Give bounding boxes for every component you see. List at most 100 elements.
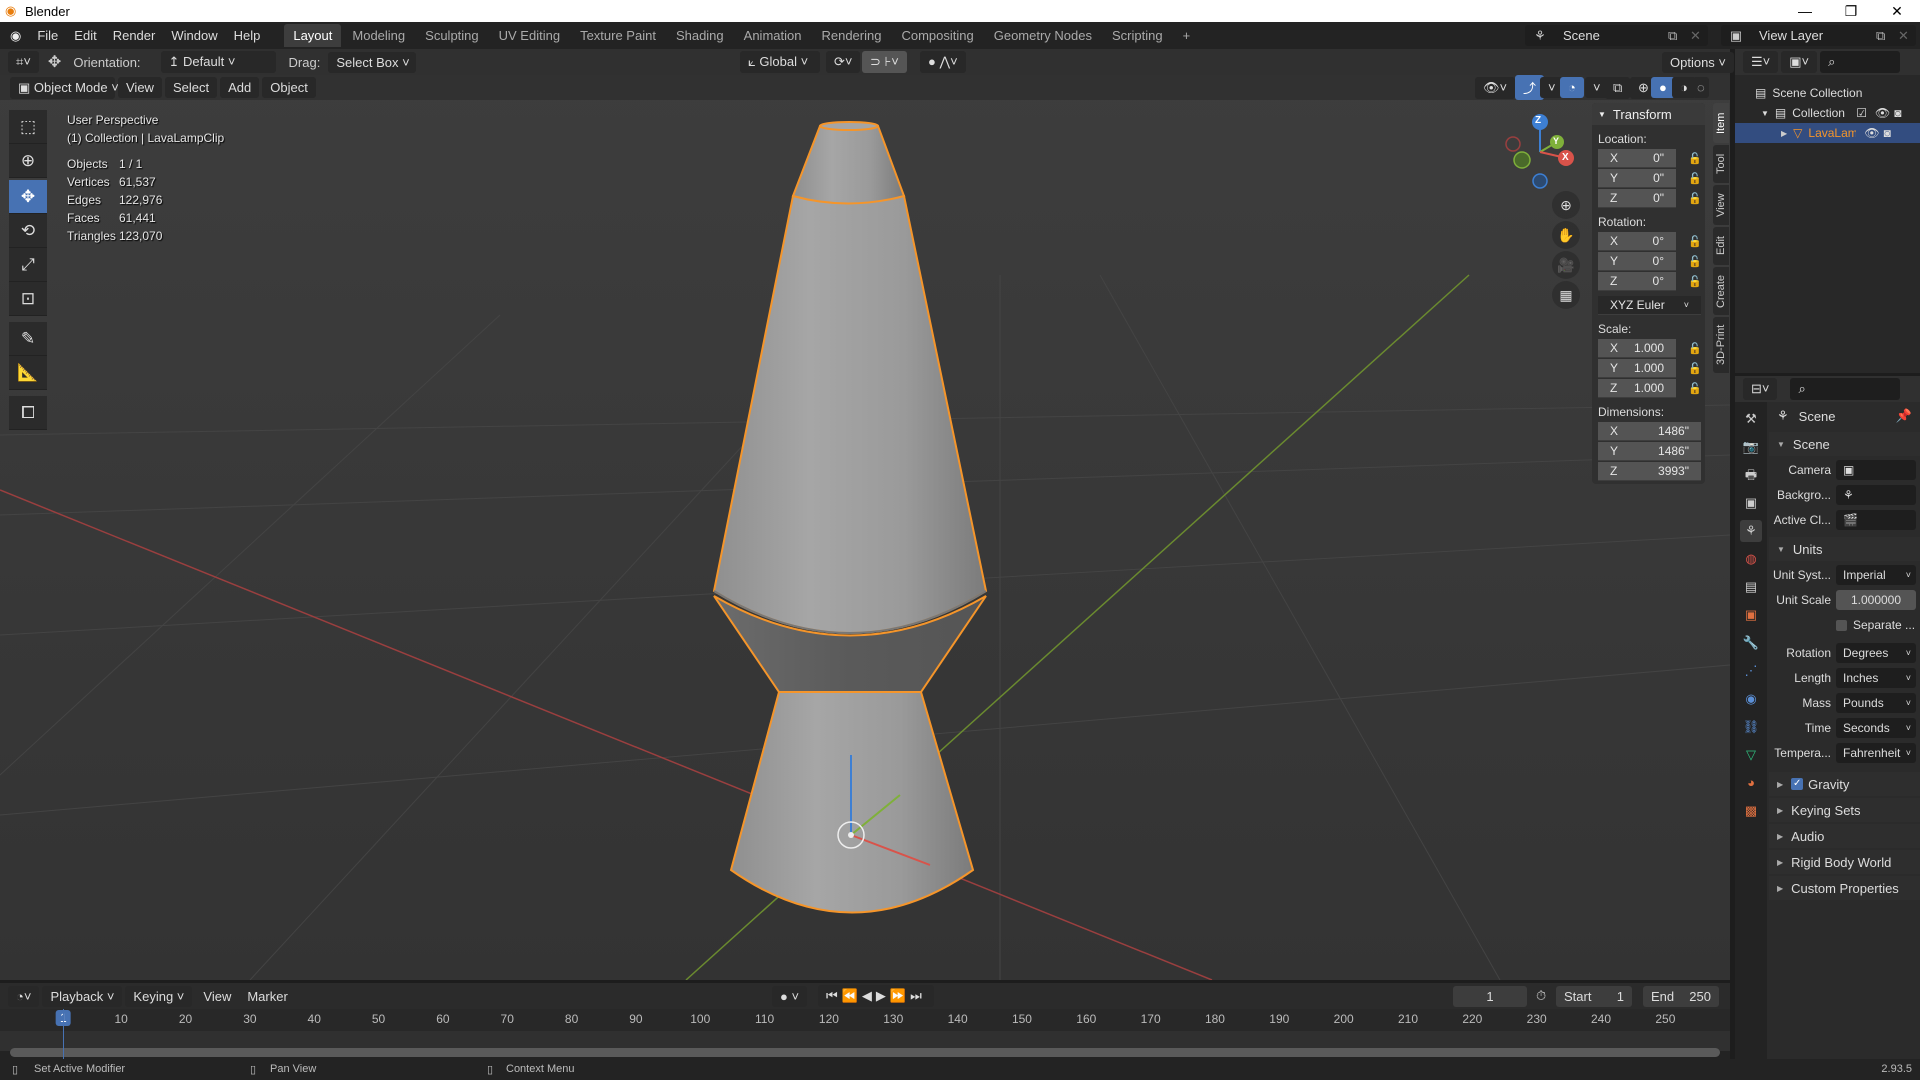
marker-menu[interactable]: Marker <box>239 989 295 1004</box>
pan-view-hand-icon[interactable]: ✋ <box>1552 221 1580 249</box>
ortho-toggle-grid-icon[interactable]: ▦ <box>1552 281 1580 309</box>
options-dropdown[interactable]: Options ˅ <box>1662 51 1735 73</box>
active-clip-field[interactable]: 🎬 <box>1836 510 1916 530</box>
menu-file[interactable]: File <box>29 28 66 43</box>
cursor-tool-icon[interactable]: ⊕ <box>9 144 47 178</box>
tab-layout[interactable]: Layout <box>284 24 342 47</box>
playback-menu[interactable]: Playback ˅ <box>42 985 123 1007</box>
lock-icon[interactable]: 🔓 <box>1688 362 1702 375</box>
view-layer-tab-icon[interactable]: ▣ <box>1740 492 1762 514</box>
eye-icon[interactable]: 👁 <box>1864 126 1879 140</box>
audio-section-header[interactable]: ▶ Audio <box>1769 824 1920 848</box>
camera-field[interactable]: ▣ <box>1836 460 1916 480</box>
outliner-row-object[interactable]: ▶ ▽ LavaLampClip 👁 ◙ <box>1735 123 1920 143</box>
menu-render[interactable]: Render <box>105 28 164 43</box>
render-tab-icon[interactable]: 📷 <box>1740 436 1762 458</box>
scale-tool-icon[interactable]: ⤢ <box>9 248 47 282</box>
xray-toggle[interactable]: ⧉ <box>1605 76 1631 99</box>
add-menu[interactable]: Add <box>220 77 260 98</box>
menu-help[interactable]: Help <box>226 28 269 43</box>
filter-dropdown[interactable]: ▣˅ <box>1781 51 1818 73</box>
object-mode-dropdown[interactable]: ▣ Object Mode ˅ <box>10 76 119 99</box>
scale-z-field[interactable]: Z 1.000 <box>1598 378 1676 398</box>
rendered-shading-button[interactable]: ◌ <box>1693 77 1709 98</box>
auto-keying-toggle[interactable]: ● ˅ <box>772 985 808 1007</box>
separate-units-checkbox[interactable] <box>1836 619 1847 631</box>
end-frame-field[interactable]: End 250 <box>1643 985 1719 1007</box>
lock-icon[interactable]: 🔓 <box>1688 382 1702 395</box>
rotation-z-field[interactable]: Z 0° <box>1598 271 1676 291</box>
lock-icon[interactable]: 🔓 <box>1688 235 1702 248</box>
display-mode-dropdown[interactable]: ☰˅ <box>1743 51 1779 73</box>
rotation-mode-dropdown[interactable]: XYZ Euler ˅ <box>1598 295 1701 315</box>
select-box-tool-icon[interactable]: ⬚ <box>9 110 47 144</box>
menu-edit[interactable]: Edit <box>66 28 104 43</box>
time-units-dropdown[interactable]: Seconds ˅ <box>1836 718 1916 738</box>
scale-y-field[interactable]: Y 1.000 <box>1598 358 1676 378</box>
texture-tab-icon[interactable]: ▩ <box>1740 800 1762 822</box>
pin-icon[interactable]: 📌 <box>1896 408 1912 424</box>
sidebar-tab-create[interactable]: Create <box>1713 267 1729 315</box>
close-button[interactable]: ✕ <box>1874 0 1920 22</box>
length-units-dropdown[interactable]: Inches ˅ <box>1836 668 1916 688</box>
view-menu[interactable]: View <box>118 77 162 98</box>
data-mesh-tab-icon[interactable]: ▽ <box>1740 744 1762 766</box>
dimension-x-field[interactable]: X 1486" <box>1598 421 1701 441</box>
keying-menu[interactable]: Keying ˅ <box>125 985 193 1007</box>
frame-ruler[interactable]: 1102030405060708090100110120130140150160… <box>0 1009 1730 1031</box>
location-z-field[interactable]: Z 0" <box>1598 188 1676 208</box>
unit-scale-field[interactable]: 1.000000 <box>1836 590 1916 610</box>
scene-selector[interactable]: ⚘ Scene ⧉ ✕ <box>1525 25 1708 46</box>
zoom-view-icon[interactable]: ⊕ <box>1552 191 1580 219</box>
proportional-editing-toggle[interactable]: ● ⋀˅ <box>920 51 966 73</box>
editor-type-button[interactable]: ⌗˅ <box>8 51 39 73</box>
output-tab-icon[interactable]: 🖶 <box>1740 464 1762 486</box>
rotate-tool-icon[interactable]: ⟲ <box>9 214 47 248</box>
view-layer-name[interactable]: View Layer <box>1751 28 1876 43</box>
scene-tab-icon[interactable]: ⚘ <box>1740 520 1762 542</box>
sidebar-tab-tool[interactable]: Tool <box>1713 145 1729 183</box>
view-layer-selector[interactable]: ▣ View Layer ⧉ ✕ <box>1721 25 1916 46</box>
physics-tab-icon[interactable]: ◉ <box>1740 688 1762 710</box>
rotation-units-dropdown[interactable]: Degrees ˅ <box>1836 643 1916 663</box>
new-view-layer-icon[interactable]: ⧉ <box>1876 28 1898 44</box>
unit-system-dropdown[interactable]: Imperial ˅ <box>1836 565 1916 585</box>
annotate-tool-icon[interactable]: ✎ <box>9 322 47 356</box>
3d-viewport[interactable]: Z Y X ▣ Object Mode ˅ View Select Add Ob… <box>0 75 1730 980</box>
lock-icon[interactable]: 🔓 <box>1688 172 1702 185</box>
background-scene-field[interactable]: ⚘ <box>1836 485 1916 505</box>
drag-dropdown[interactable]: Select Box ˅ <box>328 51 417 73</box>
object-menu[interactable]: Object <box>262 77 316 98</box>
scene-name[interactable]: Scene <box>1555 28 1668 43</box>
rigid-body-world-section-header[interactable]: ▶ Rigid Body World <box>1769 850 1920 874</box>
outliner-row-scene-collection[interactable]: ▤ Scene Collection <box>1735 83 1920 103</box>
blender-menu-icon[interactable]: ◉ <box>0 28 29 44</box>
eye-icon[interactable]: 👁 <box>1875 106 1890 120</box>
timeline-editor-type-button[interactable]: ◔˅ <box>8 985 40 1007</box>
world-tab-icon[interactable]: ◍ <box>1740 548 1762 570</box>
particles-tab-icon[interactable]: ⋰ <box>1740 660 1762 682</box>
visibility-dropdown[interactable]: 👁˅ <box>1475 76 1516 99</box>
mass-units-dropdown[interactable]: Pounds ˅ <box>1836 693 1916 713</box>
sidebar-tab-edit[interactable]: Edit <box>1713 227 1729 265</box>
location-x-field[interactable]: X 0" <box>1598 148 1676 168</box>
lock-icon[interactable]: 🔓 <box>1688 275 1702 288</box>
lock-icon[interactable]: 🔓 <box>1688 342 1702 355</box>
stopwatch-icon[interactable]: ⏱ <box>1536 988 1546 1004</box>
delete-view-layer-icon[interactable]: ✕ <box>1898 28 1916 44</box>
playback-controls[interactable]: ⏮⏪◀▶⏩⏭ <box>818 985 934 1007</box>
camera-view-icon[interactable]: 🎥 <box>1552 251 1580 279</box>
select-menu[interactable]: Select <box>164 77 218 98</box>
playhead-line[interactable] <box>63 1009 64 1059</box>
move-tool-button-icon[interactable]: ✥ <box>9 180 47 214</box>
constraints-tab-icon[interactable]: ⛓ <box>1740 716 1762 738</box>
menu-window[interactable]: Window <box>163 28 225 43</box>
properties-search-input[interactable]: ⌕ <box>1790 378 1901 400</box>
transform-panel-header[interactable]: ▼ Transform <box>1592 103 1705 125</box>
lock-icon[interactable]: 🔓 <box>1688 152 1702 165</box>
pivot-point-dropdown[interactable]: ⟳˅ <box>826 51 861 73</box>
modifier-wrench-tab-icon[interactable]: 🔧 <box>1740 632 1762 654</box>
new-scene-icon[interactable]: ⧉ <box>1668 28 1690 44</box>
start-frame-field[interactable]: Start 1 <box>1556 985 1632 1007</box>
sidebar-tab-3d-print[interactable]: 3D-Print <box>1713 317 1729 373</box>
